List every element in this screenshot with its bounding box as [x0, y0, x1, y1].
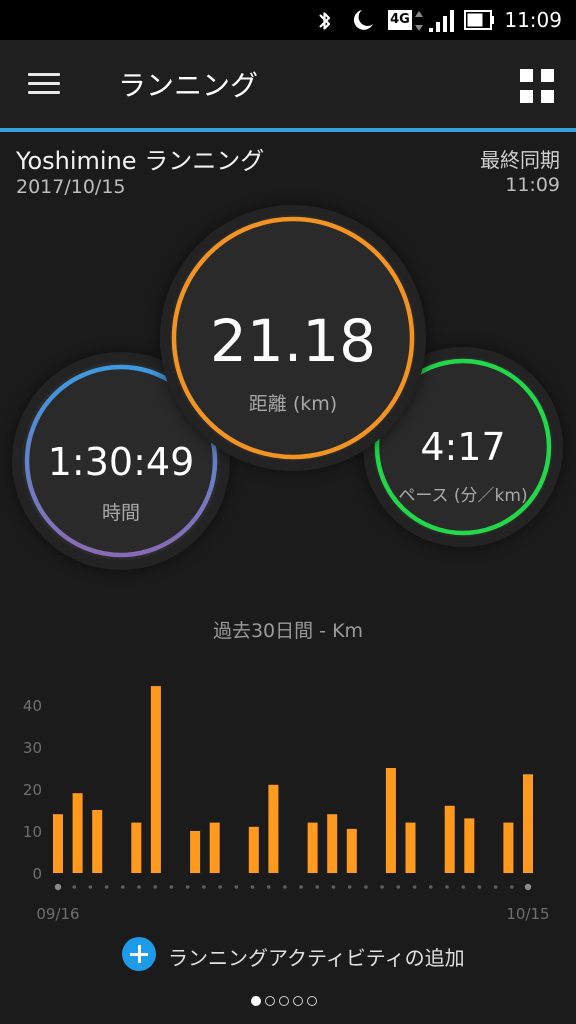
page-dot[interactable]	[279, 996, 289, 1006]
chart-bar	[327, 814, 338, 873]
page-dot[interactable]	[293, 996, 303, 1006]
distance-ring[interactable]: 21.18 距離 (km)	[170, 215, 416, 461]
add-activity-label[interactable]: ランニングアクティビティの追加	[168, 942, 465, 971]
page-dot[interactable]	[251, 996, 261, 1006]
x-axis-day-dot	[104, 885, 109, 889]
app-bar	[0, 40, 576, 128]
activity-title: Yoshimine ランニング	[16, 147, 265, 175]
page-title: ランニング	[118, 69, 259, 102]
status-time: 11:09	[504, 8, 562, 32]
page-dot[interactable]	[265, 996, 275, 1006]
add-activity-button[interactable]	[122, 937, 156, 971]
chart-bar	[92, 810, 103, 873]
chart-bar	[444, 805, 455, 873]
moon-icon	[353, 10, 373, 30]
x-axis-day-dot	[218, 885, 222, 889]
chart-title: 過去30日間 - Km	[212, 620, 364, 642]
chart-bar	[209, 822, 220, 873]
x-axis-day-dot	[185, 885, 190, 889]
chart-bar	[131, 822, 142, 873]
status-bar: 4G 11:09	[0, 0, 576, 40]
hamburger-menu-icon[interactable]	[28, 73, 60, 97]
x-axis-day-dot	[202, 885, 206, 889]
x-axis-day-dot	[331, 885, 336, 889]
x-axis-day-dot	[493, 885, 498, 889]
last-sync-time: 11:09	[505, 174, 560, 196]
chart-bar	[464, 818, 475, 873]
chart-bar	[268, 784, 279, 873]
chart-bar	[53, 814, 63, 873]
chart-bar	[248, 826, 259, 873]
x-axis-day-dot	[169, 885, 174, 889]
y-tick-label: 40	[23, 697, 42, 715]
x-axis-day-dot	[380, 885, 384, 889]
x-axis-end-label: 10/15	[506, 905, 549, 923]
chart-bar	[523, 774, 533, 873]
distance-value: 21.18	[209, 307, 377, 375]
app-bar-accent-line	[0, 128, 576, 132]
x-axis-day-dot	[510, 885, 514, 889]
battery-icon	[464, 10, 494, 30]
x-axis-day-dot	[299, 885, 303, 889]
y-tick-label: 10	[23, 823, 42, 841]
x-axis-day-dot	[477, 885, 482, 889]
plus-icon-vertical	[137, 945, 141, 963]
x-axis-day-dot	[137, 885, 141, 889]
x-axis-day-dot	[429, 885, 433, 889]
chart-bar	[150, 686, 161, 873]
y-tick-label: 0	[32, 865, 42, 883]
x-axis-day-dot	[396, 885, 401, 889]
page-dot[interactable]	[307, 996, 317, 1006]
pace-label: ペース (分／km)	[398, 486, 528, 506]
grid-view-icon[interactable]	[520, 69, 554, 103]
chart-bar	[385, 768, 396, 873]
time-label: 時間	[101, 502, 140, 524]
x-axis-day-dot	[234, 885, 239, 889]
chart-bar	[503, 822, 514, 873]
chart-bar	[307, 822, 318, 873]
x-axis-day-dot	[283, 885, 287, 889]
chart-bar	[405, 822, 416, 873]
distance-bar-chart: 0 10 20 30 40 09/16 10/15	[23, 686, 550, 923]
x-axis-day-dot	[250, 885, 255, 889]
chart-bar	[190, 831, 201, 873]
distance-label: 距離 (km)	[248, 393, 338, 415]
x-axis-day-dot	[445, 885, 449, 889]
signal-icon	[429, 10, 454, 32]
y-tick-label: 30	[23, 739, 42, 757]
x-axis-day-dot	[266, 885, 271, 889]
y-tick-label: 20	[23, 781, 42, 799]
activity-date: 2017/10/15	[16, 176, 126, 198]
x-axis-day-dot	[153, 885, 157, 889]
bluetooth-icon	[319, 12, 331, 30]
chart-bar	[72, 793, 83, 873]
chart-bar	[346, 828, 357, 873]
network-4g-icon: 4G	[388, 10, 412, 30]
x-axis-day-dot	[364, 885, 368, 889]
x-axis-day-dot	[347, 885, 352, 889]
x-axis-day-dot	[121, 885, 125, 889]
x-axis-day-dot	[88, 885, 93, 889]
x-axis-day-dot	[315, 885, 320, 889]
x-axis-day-dot	[412, 885, 417, 889]
x-axis-day-dot	[524, 883, 532, 891]
x-axis-day-dot	[54, 883, 62, 891]
last-sync-label: 最終同期	[480, 148, 560, 172]
data-arrows-icon	[415, 11, 423, 31]
x-axis-start-label: 09/16	[36, 905, 79, 923]
x-axis-day-dot	[72, 885, 76, 889]
x-axis-day-dot	[461, 885, 466, 889]
